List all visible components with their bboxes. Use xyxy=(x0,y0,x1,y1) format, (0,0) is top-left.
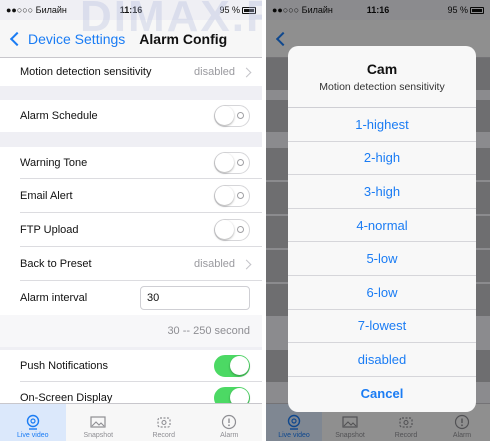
settings-list: Motion detection sensitivity disabled Al… xyxy=(0,58,262,414)
option-2-high[interactable]: 2-high xyxy=(288,142,476,176)
toggle-knob xyxy=(215,186,234,205)
toggle-knob xyxy=(215,106,234,125)
warning-tone-label: Warning Tone xyxy=(20,157,88,169)
alarm-interval-input[interactable] xyxy=(140,286,250,310)
option-3-high[interactable]: 3-high xyxy=(288,175,476,209)
toggle-off-icon xyxy=(237,112,244,119)
option-5-low[interactable]: 5-low xyxy=(288,242,476,276)
tab-alarm[interactable]: Alarm xyxy=(197,404,263,441)
alarm-schedule-label: Alarm Schedule xyxy=(20,110,98,122)
tab-label: Snapshot xyxy=(83,432,114,439)
option-1-highest[interactable]: 1-highest xyxy=(288,108,476,142)
push-notifications-label: Push Notifications xyxy=(20,360,109,372)
tab-label: Alarm xyxy=(220,432,239,439)
alarm-schedule-toggle[interactable] xyxy=(214,105,250,127)
tab-label: Record xyxy=(152,432,176,439)
option-6-low[interactable]: 6-low xyxy=(288,276,476,310)
tab-live-video[interactable]: Live video xyxy=(0,404,66,441)
alarm-interval-range-row: 30 -- 250 second xyxy=(0,315,262,347)
motion-sensitivity-row[interactable]: Motion detection sensitivity disabled xyxy=(0,58,262,86)
toggle-off-icon xyxy=(237,159,244,166)
back-button[interactable]: Device Settings xyxy=(0,31,125,47)
toggle-off-icon xyxy=(237,192,244,199)
action-sheet-header: Cam Motion detection sensitivity xyxy=(288,46,476,108)
status-time: 11:16 xyxy=(119,5,143,15)
tab-label: Live video xyxy=(16,432,49,439)
ftp-upload-label: FTP Upload xyxy=(20,224,79,236)
email-alert-row: Email Alert xyxy=(0,179,262,213)
alarm-interval-range: 30 -- 250 second xyxy=(167,325,250,337)
nav-bar: Device Settings Alarm Config xyxy=(0,20,262,58)
back-to-preset-label: Back to Preset xyxy=(20,258,92,270)
toggle-knob xyxy=(215,153,234,172)
warning-tone-toggle[interactable] xyxy=(214,152,250,174)
battery-icon xyxy=(242,7,256,15)
alarm-interval-label: Alarm interval xyxy=(20,292,88,304)
push-notifications-row: Push Notifications xyxy=(0,350,262,382)
option-7-lowest[interactable]: 7-lowest xyxy=(288,310,476,344)
option-disabled[interactable]: disabled xyxy=(288,343,476,377)
chevron-right-icon xyxy=(241,259,252,269)
alarm-interval-row: Alarm interval xyxy=(0,281,262,315)
left-phone-screen: ●●○○○ Билайн 11:16 95 % Device Settings … xyxy=(0,0,262,441)
ftp-upload-toggle[interactable] xyxy=(214,219,250,241)
cancel-button[interactable]: Cancel xyxy=(288,377,476,411)
back-to-preset-value: disabled xyxy=(194,258,235,270)
motion-sensitivity-value: disabled xyxy=(194,66,235,78)
page-title: Alarm Config xyxy=(139,30,228,47)
email-alert-toggle[interactable] xyxy=(214,185,250,207)
toggle-knob xyxy=(215,220,234,239)
camera-icon xyxy=(26,414,39,430)
email-alert-label: Email Alert xyxy=(20,190,73,202)
back-to-preset-row[interactable]: Back to Preset disabled xyxy=(0,247,262,281)
status-bar: ●●○○○ Билайн 11:16 95 % xyxy=(0,0,262,20)
tab-bar: Live video Snapshot Record Alarm xyxy=(0,403,262,441)
warning-tone-row: Warning Tone xyxy=(0,147,262,179)
back-button-label: Device Settings xyxy=(28,30,126,47)
action-sheet-subtitle: Motion detection sensitivity xyxy=(319,80,445,93)
tab-record[interactable]: Record xyxy=(131,404,197,441)
image-icon xyxy=(90,416,106,428)
sensitivity-action-sheet: Cam Motion detection sensitivity 1-highe… xyxy=(288,46,476,412)
push-notifications-toggle[interactable] xyxy=(214,355,250,377)
motion-sensitivity-label: Motion detection sensitivity xyxy=(20,66,152,78)
alarm-schedule-row: Alarm Schedule xyxy=(0,100,262,132)
toggle-off-icon xyxy=(237,226,244,233)
ftp-upload-row: FTP Upload xyxy=(0,213,262,247)
chevron-right-icon xyxy=(241,67,252,77)
toggle-knob xyxy=(230,356,249,375)
chevron-left-icon xyxy=(9,31,25,46)
option-4-normal[interactable]: 4-normal xyxy=(288,209,476,243)
right-phone-screen: ●●○○○ Билайн 11:16 95 % Live video Snaps… xyxy=(266,0,490,441)
tab-snapshot[interactable]: Snapshot xyxy=(66,404,132,441)
video-record-icon xyxy=(157,417,171,428)
alarm-icon xyxy=(222,414,237,430)
action-sheet-title: Cam xyxy=(366,60,398,77)
